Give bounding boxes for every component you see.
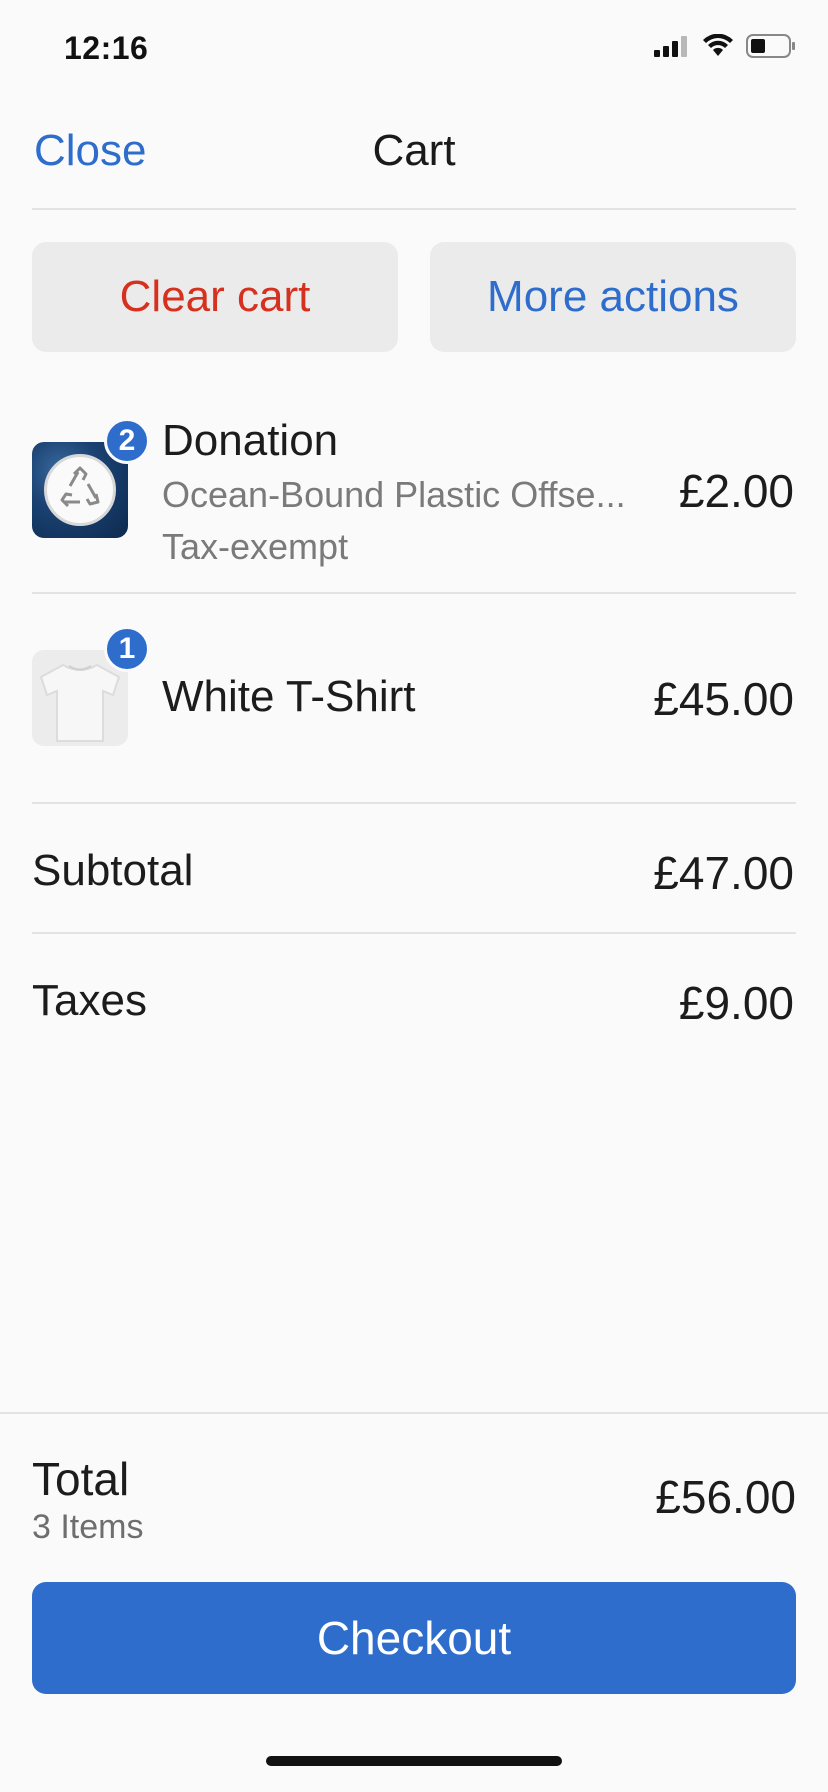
subtotal-label: Subtotal <box>32 846 194 895</box>
checkout-button[interactable]: Checkout <box>32 1582 796 1694</box>
status-bar: 12:16 <box>0 0 828 100</box>
item-price: £45.00 <box>653 673 794 725</box>
quantity-badge: 2 <box>104 418 150 464</box>
status-icons <box>654 34 796 58</box>
quantity-badge: 1 <box>104 626 150 672</box>
taxes-value: £9.00 <box>678 977 794 1029</box>
clear-cart-button[interactable]: Clear cart <box>32 242 398 352</box>
recycle-icon <box>44 454 116 526</box>
cart-line-item[interactable]: 2 Donation Ocean-Bound Plastic Offse... … <box>32 400 796 594</box>
home-indicator[interactable] <box>266 1756 562 1766</box>
cart-line-item[interactable]: 1 White T-Shirt £45.00 <box>32 596 796 804</box>
checkout-footer: Total 3 Items £56.00 Checkout <box>0 1412 828 1792</box>
total-label: Total <box>32 1453 130 1505</box>
item-name: White T-Shirt <box>162 672 416 721</box>
subtotal-value: £47.00 <box>653 847 794 899</box>
subtotal-row: Subtotal £47.00 <box>32 806 796 934</box>
signal-icon <box>654 36 687 57</box>
item-tax-note: Tax-exempt <box>162 526 349 567</box>
more-actions-button[interactable]: More actions <box>430 242 796 352</box>
taxes-row: Taxes £9.00 <box>32 936 796 1064</box>
wifi-icon <box>703 34 733 56</box>
item-name: Donation <box>162 416 339 465</box>
item-variant: Ocean-Bound Plastic Offse... <box>162 474 626 515</box>
items-count: 3 Items <box>32 1508 144 1546</box>
navigation-header: Close Cart <box>32 100 796 210</box>
item-price: £2.00 <box>678 465 794 517</box>
cart-screen: 12:16 Close Cart Clear cart More actions… <box>0 0 828 1792</box>
battery-icon <box>746 34 795 58</box>
taxes-label: Taxes <box>32 976 147 1025</box>
status-time: 12:16 <box>64 30 149 66</box>
page-title: Cart <box>372 126 456 175</box>
total-value: £56.00 <box>655 1471 796 1523</box>
